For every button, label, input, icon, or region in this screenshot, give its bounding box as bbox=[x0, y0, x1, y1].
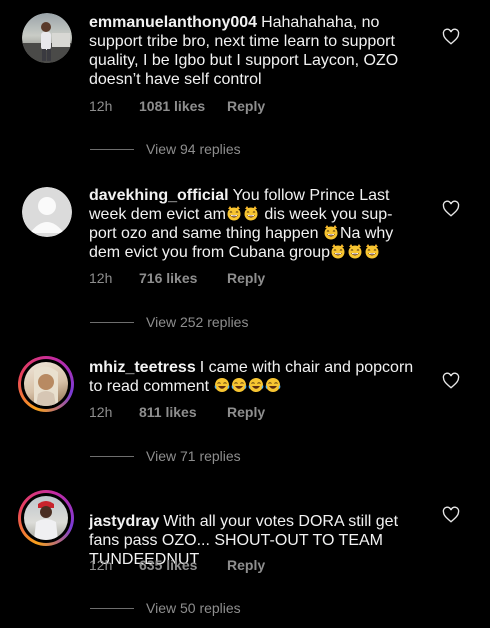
grinning-cat-emoji bbox=[365, 243, 380, 259]
heart-icon[interactable] bbox=[442, 200, 460, 218]
comment-line: quality, I be Igbo but I support Laycon,… bbox=[89, 52, 399, 69]
tears-of-joy-emoji bbox=[264, 377, 281, 393]
comment-line: port ozo and same thing happen bbox=[89, 225, 319, 242]
heart-icon[interactable] bbox=[442, 28, 460, 46]
avatar[interactable] bbox=[22, 187, 72, 237]
avatar[interactable] bbox=[18, 356, 74, 412]
likes-count[interactable]: 716 likes bbox=[139, 270, 227, 286]
comment-text: mhiz_teetress I came with chair and popco… bbox=[89, 358, 419, 396]
grinning-cat-emoji bbox=[243, 205, 258, 221]
view-replies-label: View 252 replies bbox=[146, 314, 249, 330]
avatar[interactable] bbox=[18, 490, 74, 546]
tears-of-joy-emoji bbox=[247, 377, 264, 393]
view-replies-button[interactable]: View 50 replies bbox=[90, 600, 241, 616]
tears-of-joy-emoji bbox=[213, 377, 230, 393]
view-replies-button[interactable]: View 94 replies bbox=[90, 141, 241, 157]
avatar[interactable] bbox=[22, 13, 72, 63]
comment-line: doesn’t have self control bbox=[89, 71, 262, 88]
reply-button[interactable]: Reply bbox=[227, 98, 265, 114]
comment-line: week dem evict am bbox=[89, 206, 226, 223]
default-user-icon bbox=[22, 187, 72, 237]
comment-line: Hahahahaha, no bbox=[261, 14, 380, 31]
reply-button[interactable]: Reply bbox=[227, 557, 265, 573]
comment-line: fans pass OZO... SHOUT-OUT TO TEAM bbox=[89, 532, 383, 549]
comment-line: With all your votes DORA still get bbox=[163, 513, 399, 530]
heart-icon[interactable] bbox=[442, 506, 460, 524]
comment-text: davekhing_official You follow Prince Last… bbox=[89, 186, 419, 262]
comment-meta: 12h 811 likes Reply bbox=[89, 404, 265, 420]
user-photo bbox=[24, 362, 68, 406]
comment-line: dem evict you from Cubana group bbox=[89, 244, 331, 261]
grinning-cat-emoji bbox=[323, 224, 338, 240]
username[interactable]: jastydray bbox=[89, 513, 159, 530]
reply-button[interactable]: Reply bbox=[227, 404, 265, 420]
comment-line: support tribe bro, next time learn to su… bbox=[89, 33, 395, 50]
heart-icon[interactable] bbox=[442, 372, 460, 390]
username[interactable]: davekhing_official bbox=[89, 187, 229, 204]
comment-meta: 12h 635 likes Reply bbox=[89, 557, 265, 573]
reply-button[interactable]: Reply bbox=[227, 270, 265, 286]
comment-meta: 12h 716 likes Reply bbox=[89, 270, 265, 286]
comment-line: dis week you sup- bbox=[264, 206, 393, 223]
comment-line: Na why bbox=[339, 225, 394, 242]
username[interactable]: emmanuelanthony004 bbox=[89, 14, 257, 31]
timestamp: 12h bbox=[89, 557, 113, 573]
divider bbox=[90, 148, 134, 150]
comment-line: You follow Prince Last bbox=[232, 187, 390, 204]
comment-meta: 12h 1081 likes Reply bbox=[89, 98, 265, 114]
tears-of-joy-emoji bbox=[230, 377, 247, 393]
grinning-cat-emoji bbox=[331, 243, 346, 259]
divider bbox=[90, 607, 134, 609]
likes-count[interactable]: 1081 likes bbox=[139, 98, 227, 114]
timestamp: 12h bbox=[89, 270, 113, 286]
view-replies-label: View 71 replies bbox=[146, 448, 241, 464]
view-replies-button[interactable]: View 71 replies bbox=[90, 448, 241, 464]
likes-count[interactable]: 635 likes bbox=[139, 557, 227, 573]
comment-line: I came with chair and popcorn bbox=[199, 359, 414, 376]
view-replies-label: View 94 replies bbox=[146, 141, 241, 157]
view-replies-label: View 50 replies bbox=[146, 600, 241, 616]
comment-text: emmanuelanthony004 Hahahahaha, no support… bbox=[89, 13, 419, 89]
timestamp: 12h bbox=[89, 404, 113, 420]
divider bbox=[90, 455, 134, 457]
user-photo bbox=[22, 13, 72, 63]
comment-line: to read comment bbox=[89, 378, 210, 395]
timestamp: 12h bbox=[89, 98, 113, 114]
grinning-cat-emoji bbox=[348, 243, 363, 259]
user-photo bbox=[24, 496, 68, 540]
username[interactable]: mhiz_teetress bbox=[89, 359, 196, 376]
grinning-cat-emoji bbox=[226, 205, 241, 221]
likes-count[interactable]: 811 likes bbox=[139, 404, 227, 420]
divider bbox=[90, 321, 134, 323]
view-replies-button[interactable]: View 252 replies bbox=[90, 314, 248, 330]
